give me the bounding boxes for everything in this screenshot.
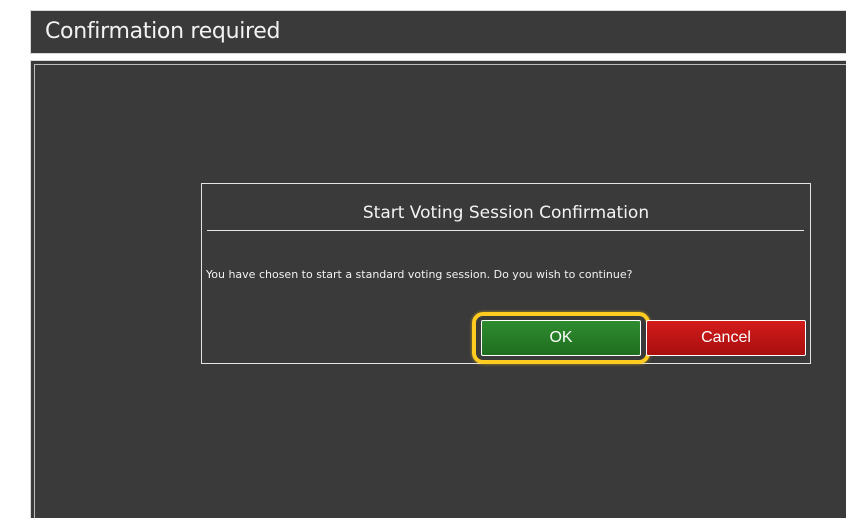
dialog-message: You have chosen to start a standard voti… (206, 268, 633, 281)
confirmation-window: Confirmation required Start Voting Sessi… (0, 0, 846, 518)
dialog-divider (207, 230, 804, 231)
title-bar: Confirmation required (30, 10, 846, 54)
window-title: Confirmation required (45, 19, 281, 44)
ok-button[interactable]: OK (481, 320, 641, 356)
dialog-title: Start Voting Session Confirmation (362, 203, 650, 223)
cancel-button[interactable]: Cancel (646, 320, 806, 356)
